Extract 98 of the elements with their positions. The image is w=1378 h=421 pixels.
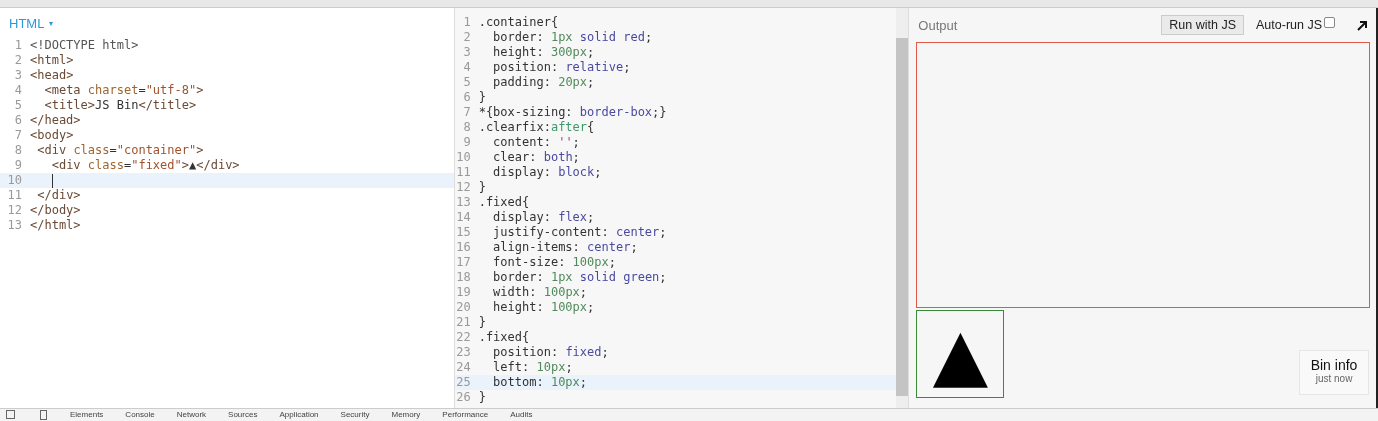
code-line: .container{	[478, 15, 559, 30]
line-number: 5	[13, 98, 23, 113]
code-line: width: 100px;	[492, 285, 588, 300]
code-line: </html>	[30, 218, 81, 233]
code-line: <body>	[30, 128, 74, 143]
code-line: justify-content: center;	[492, 225, 667, 240]
panel-title: Output	[918, 17, 958, 33]
code-line: <meta charset="utf-8">	[43, 83, 204, 98]
code-line: <div class="container">	[36, 143, 204, 158]
code-line: </div>	[36, 188, 81, 203]
line-number: 3	[13, 68, 23, 83]
devtools-tab[interactable]: Security	[340, 410, 370, 420]
code-line: }	[478, 180, 486, 195]
devtools-tab[interactable]: Audits	[510, 410, 533, 420]
line-number: 21	[455, 315, 472, 330]
code-line: display: block;	[492, 165, 602, 180]
code-line: .clearfix:after{	[478, 120, 595, 135]
code-line: <title>JS Bin</title>	[43, 98, 197, 113]
bin-info-card[interactable]: Bin info just now	[1299, 350, 1369, 395]
line-number: 26	[455, 390, 472, 405]
line-number: 9	[462, 135, 472, 150]
line-number: 7	[13, 128, 23, 143]
line-number: 8	[13, 143, 23, 158]
line-number: 9	[13, 158, 23, 173]
code-line: height: 300px;	[492, 45, 595, 60]
line-number: 2	[13, 53, 23, 68]
line-number: 7	[462, 105, 472, 120]
line-number: 13	[6, 218, 23, 233]
triangle-glyph: ▲	[932, 318, 989, 390]
line-number: 23	[455, 345, 472, 360]
code-line: <div class="fixed">▲</div>	[50, 158, 240, 173]
scrollbar[interactable]	[896, 8, 909, 408]
line-number: 20	[455, 300, 472, 315]
code-line: <!DOCTYPE html>	[30, 38, 139, 53]
line-number: 11	[6, 188, 23, 203]
code-line: content: '';	[492, 135, 580, 150]
code-line: position: fixed;	[492, 345, 609, 360]
devtools-tab[interactable]: Elements	[70, 410, 104, 420]
autorun-label: Auto-run JS	[1256, 18, 1322, 32]
checkbox[interactable]	[1324, 16, 1335, 28]
line-number: 19	[455, 285, 472, 300]
line-number: 4	[462, 60, 472, 75]
code-line: padding: 20px;	[492, 75, 595, 90]
devtools-tab[interactable]: Performance	[442, 410, 489, 420]
line-number: 22	[455, 330, 472, 345]
line-number: 5	[462, 75, 472, 90]
line-number: 16	[455, 240, 472, 255]
code-line: }	[478, 315, 486, 330]
code-line: clear: both;	[492, 150, 580, 165]
inspect-icon[interactable]	[6, 410, 16, 420]
code-line: <head>	[30, 68, 74, 83]
bin-info-time: just now	[1315, 373, 1353, 384]
line-number: 6	[13, 113, 23, 128]
line-number: 17	[455, 255, 472, 270]
devtools-tab[interactable]: Memory	[391, 410, 421, 420]
line-number: 8	[462, 120, 472, 135]
code-line: display: flex;	[492, 210, 595, 225]
line-number: 1	[462, 15, 472, 30]
code-line: position: relative;	[492, 60, 631, 75]
line-number: 6	[462, 90, 472, 105]
code-line: </head>	[30, 113, 81, 128]
code-line: }	[478, 90, 486, 105]
devtools-tab[interactable]: Application	[279, 410, 319, 420]
code-line: bottom: 10px;	[492, 375, 588, 390]
line-number: 1	[13, 38, 23, 53]
line-number: 10	[6, 173, 23, 188]
code-line: border: 1px solid red;	[492, 30, 653, 45]
line-number: 11	[455, 165, 472, 180]
line-number: 4	[13, 83, 23, 98]
line-number: 12	[455, 180, 472, 195]
code-line: }	[478, 390, 486, 405]
line-number: 24	[455, 360, 472, 375]
open-external-icon[interactable]	[1357, 19, 1368, 31]
code-line: .fixed{	[478, 330, 530, 345]
devtools-tab[interactable]: Console	[125, 410, 155, 420]
code-line: *{box-sizing: border-box;}	[478, 105, 667, 120]
line-number: 15	[455, 225, 472, 240]
line-number: 2	[462, 30, 472, 45]
run-button[interactable]: Run with JS	[1161, 15, 1244, 35]
devtools-tab[interactable]: Network	[176, 410, 207, 420]
code-line: align-items: center;	[492, 240, 638, 255]
code-line: .fixed{	[478, 195, 530, 210]
code-line: left: 10px;	[492, 360, 573, 375]
line-number: 25	[455, 375, 472, 390]
line-number: 18	[455, 270, 472, 285]
line-number: 10	[455, 150, 472, 165]
code-line: font-size: 100px;	[492, 255, 616, 270]
devtools-tab[interactable]: Sources	[228, 410, 258, 420]
line-number: 14	[455, 210, 472, 225]
code-line: </body>	[30, 203, 81, 218]
line-number: 12	[6, 203, 23, 218]
line-number: 3	[462, 45, 472, 60]
bin-info-title: Bin info	[1310, 357, 1358, 373]
line-number: 13	[455, 195, 472, 210]
code-line: border: 1px solid green;	[492, 270, 667, 285]
code-line: height: 100px;	[492, 300, 595, 315]
device-icon[interactable]	[38, 410, 48, 420]
code-line: <html>	[30, 53, 74, 68]
